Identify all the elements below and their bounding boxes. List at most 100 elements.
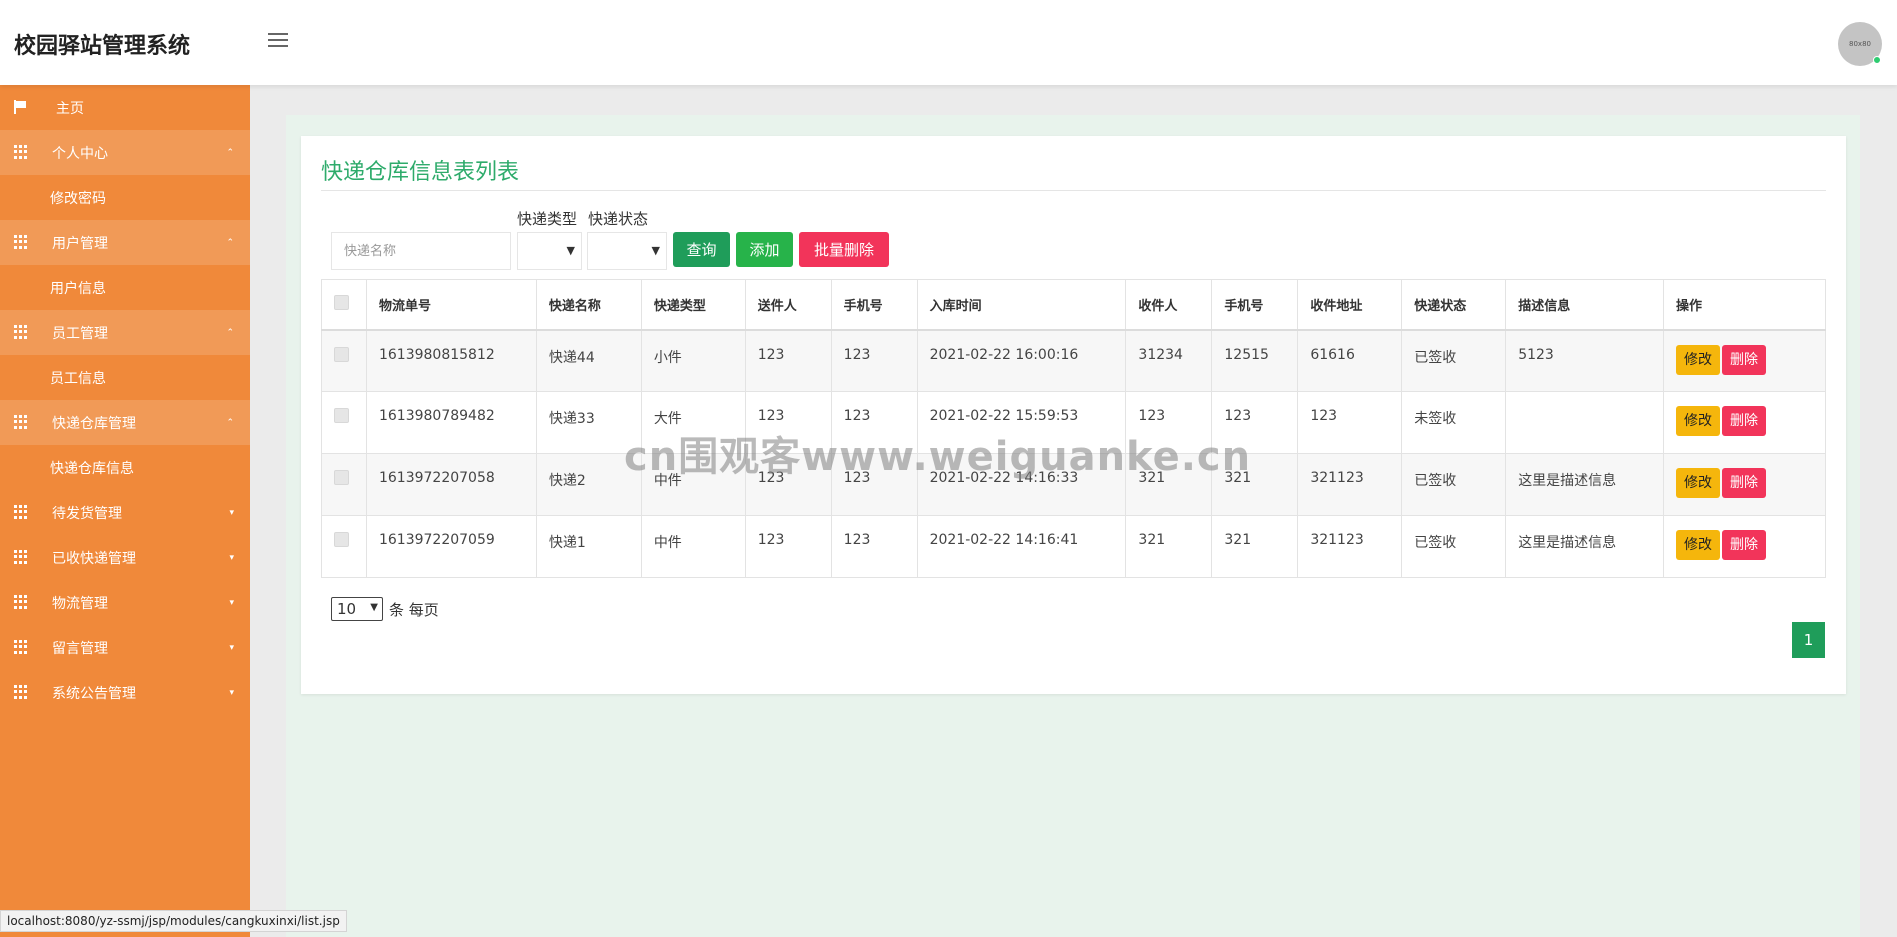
parcel-status-select[interactable]: ▼ xyxy=(587,232,667,270)
edit-button[interactable]: 修改 xyxy=(1676,344,1721,375)
table-cell: 已签收 xyxy=(1401,515,1507,578)
sidebar-item-announcements[interactable]: 系统公告管理 ▾ xyxy=(0,670,250,715)
chevron-down-icon: ▾ xyxy=(229,687,234,698)
table-cell: 5123 xyxy=(1505,329,1665,392)
flag-icon xyxy=(14,100,28,114)
grid-icon xyxy=(14,685,28,699)
grid-icon xyxy=(14,235,28,249)
sidebar-item-user-management[interactable]: 用户管理 ⌃ xyxy=(0,220,250,265)
edit-button[interactable]: 修改 xyxy=(1676,530,1721,560)
parcel-type-select[interactable]: ▼ xyxy=(517,232,582,270)
edit-button[interactable]: 修改 xyxy=(1676,468,1721,498)
parcel-name-input[interactable] xyxy=(331,232,511,270)
table-cell: 这里是描述信息 xyxy=(1505,515,1665,578)
sidebar-item-received-parcels[interactable]: 已收快递管理 ▾ xyxy=(0,535,250,580)
page-size-suffix: 条 每页 xyxy=(389,600,439,619)
sidebar-item-label: 员工管理 xyxy=(52,325,108,342)
row-checkbox[interactable] xyxy=(334,408,349,423)
row-select-cell[interactable] xyxy=(321,453,367,516)
row-select-cell[interactable] xyxy=(321,329,367,392)
column-header: 手机号 xyxy=(830,279,918,331)
sidebar: 主页 个人中心 ⌃ 修改密码 用户管理 ⌃ 用户信息 员工管理 ⌃ 员工信息 快… xyxy=(0,85,250,937)
query-button[interactable]: 查询 xyxy=(673,232,730,267)
sidebar-subitem-change-password[interactable]: 修改密码 xyxy=(0,175,250,220)
column-header: 快递名称 xyxy=(535,279,642,331)
table-cell: 这里是描述信息 xyxy=(1505,453,1665,516)
delete-button[interactable]: 删除 xyxy=(1722,344,1767,375)
edit-button[interactable]: 修改 xyxy=(1676,406,1721,436)
sidebar-item-label: 已收快递管理 xyxy=(52,550,136,567)
actions-cell: 修改 删除 xyxy=(1663,329,1826,392)
table-cell: 未签收 xyxy=(1401,391,1507,454)
table-cell: 123 xyxy=(1297,391,1403,454)
table-cell: 中件 xyxy=(640,515,746,578)
sidebar-item-label: 主页 xyxy=(56,100,84,117)
delete-button[interactable]: 删除 xyxy=(1722,530,1767,560)
list-card: 快递仓库信息表列表 快递类型 快递状态 ▼ ▼ 查询 添加 批量删除 物流单号 … xyxy=(301,136,1846,694)
add-button[interactable]: 添加 xyxy=(736,232,793,267)
row-select-cell[interactable] xyxy=(321,391,367,454)
row-checkbox[interactable] xyxy=(334,532,349,547)
delete-button[interactable]: 删除 xyxy=(1722,468,1767,498)
table-cell: 321 xyxy=(1211,515,1299,578)
sidebar-item-label: 个人中心 xyxy=(52,145,108,162)
type-filter-label: 快递类型 xyxy=(517,210,578,228)
table-cell: 123 xyxy=(744,329,832,392)
sidebar-item-pending-shipment[interactable]: 待发货管理 ▾ xyxy=(0,490,250,535)
column-header: 快递类型 xyxy=(640,279,746,331)
sidebar-subitem-user-info[interactable]: 用户信息 xyxy=(0,265,250,310)
grid-icon xyxy=(14,145,28,159)
sidebar-item-messages[interactable]: 留言管理 ▾ xyxy=(0,625,250,670)
page-title: 快递仓库信息表列表 xyxy=(321,160,520,185)
table-cell: 1613972207059 xyxy=(365,515,537,578)
table-cell: 2021-02-22 14:16:41 xyxy=(916,515,1127,578)
sidebar-subitem-warehouse-info[interactable]: 快递仓库信息 xyxy=(0,445,250,490)
top-header: 校园驿站管理系统 80x80 xyxy=(0,0,1897,85)
row-checkbox[interactable] xyxy=(334,346,349,362)
table-cell: 已签收 xyxy=(1401,453,1507,516)
column-header: 入库时间 xyxy=(916,279,1127,331)
chevron-up-icon: ⌃ xyxy=(226,147,234,158)
column-header: 送件人 xyxy=(744,279,832,331)
grid-icon xyxy=(14,595,28,609)
delete-button[interactable]: 删除 xyxy=(1722,406,1767,436)
sidebar-item-home[interactable]: 主页 xyxy=(0,85,250,130)
sidebar-item-personal-center[interactable]: 个人中心 ⌃ xyxy=(0,130,250,175)
table-cell: 123 xyxy=(830,515,918,578)
select-all-cell[interactable] xyxy=(321,279,367,331)
select-all-checkbox[interactable] xyxy=(334,294,349,310)
page-size-control: 10 ▼ 条 每页 xyxy=(331,597,439,621)
watermark-text: cn围观客www.weiguanke.cn xyxy=(624,434,1252,480)
sidebar-item-staff-management[interactable]: 员工管理 ⌃ xyxy=(0,310,250,355)
table-row: 1613980815812 快递44 小件 123 123 2021-02-22… xyxy=(321,329,1826,392)
pagination-page-1[interactable]: 1 xyxy=(1792,622,1825,658)
sidebar-item-logistics[interactable]: 物流管理 ▾ xyxy=(0,580,250,625)
sidebar-item-label: 用户管理 xyxy=(52,235,108,252)
grid-icon xyxy=(14,550,28,564)
row-select-cell[interactable] xyxy=(321,515,367,578)
batch-delete-button[interactable]: 批量删除 xyxy=(799,232,889,267)
sidebar-item-warehouse-management[interactable]: 快递仓库管理 ⌃ xyxy=(0,400,250,445)
sidebar-subitem-staff-info[interactable]: 员工信息 xyxy=(0,355,250,400)
table-cell: 快递1 xyxy=(535,515,642,578)
chevron-down-icon: ▼ xyxy=(370,602,378,613)
status-filter-label: 快递状态 xyxy=(588,210,649,228)
actions-cell: 修改 删除 xyxy=(1663,515,1826,578)
online-status-dot xyxy=(1873,56,1881,64)
menu-toggle-icon[interactable] xyxy=(268,33,288,49)
row-checkbox[interactable] xyxy=(334,470,349,485)
page-size-value: 10 xyxy=(337,600,357,618)
sidebar-item-label: 物流管理 xyxy=(52,595,108,612)
page-size-select[interactable]: 10 ▼ xyxy=(331,597,383,621)
avatar[interactable]: 80x80 xyxy=(1838,22,1882,66)
table-cell: 321 xyxy=(1125,515,1213,578)
table-cell: 2021-02-22 16:00:16 xyxy=(916,329,1127,392)
table-cell: 321123 xyxy=(1297,453,1403,516)
sidebar-item-label: 待发货管理 xyxy=(52,505,122,522)
sidebar-item-label: 系统公告管理 xyxy=(52,685,136,702)
avatar-placeholder-text: 80x80 xyxy=(1849,40,1871,48)
table-cell: 1613972207058 xyxy=(365,453,537,516)
table-row: 1613972207059 快递1 中件 123 123 2021-02-22 … xyxy=(321,515,1826,578)
column-header: 手机号 xyxy=(1211,279,1299,331)
chevron-down-icon: ▼ xyxy=(566,244,575,257)
